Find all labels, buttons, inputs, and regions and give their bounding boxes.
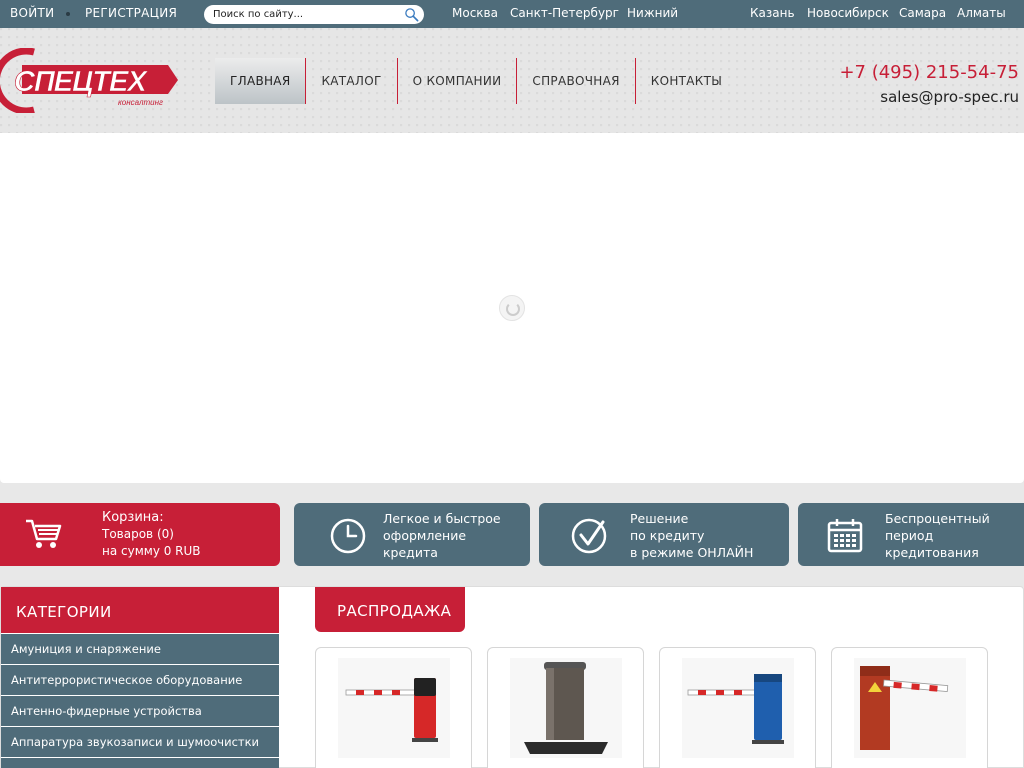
search-box [204,5,424,24]
category-item[interactable] [1,758,279,768]
categories-list: Амуниция и снаряжение Антитеррористическ… [1,634,279,768]
interest-free-line-1: Беспроцентный [885,511,990,526]
company-logo[interactable]: СПЕЦТЕХ консалтинг [0,48,180,113]
cart-items: Товаров (0) [102,527,174,541]
cart-info: Корзина: Товаров (0) на сумму 0 RUB [102,509,201,560]
city-link-moscow[interactable]: Москва [452,6,498,20]
category-item[interactable]: Аппаратура звукозаписи и шумоочистки [1,727,279,757]
cart-icon [26,519,62,548]
checkmark-icon [571,518,607,554]
nav-catalog[interactable]: КАТАЛОГ [306,58,398,104]
login-link[interactable]: ВОЙТИ [10,6,54,20]
interest-free-line-3: кредитования [885,545,979,560]
product-image-bollard [510,658,622,758]
logo-subtext: консалтинг [118,98,163,107]
top-bar: ВОЙТИ РЕГИСТРАЦИЯ Москва Санкт-Петербург… [0,0,1024,46]
credit-fast-text: Легкое и быстрое оформление кредита [383,510,501,561]
cart-title: Корзина: [102,510,164,525]
interest-free-block[interactable]: Беспроцентный период кредитования [798,503,1024,566]
credit-online-line-2: по кредиту [630,528,705,543]
category-item[interactable]: Антенно-фидерные устройства [1,696,279,726]
product-card[interactable] [659,647,816,768]
credit-online-line-1: Решение [630,511,689,526]
clock-icon [330,518,366,554]
credit-fast-line-3: кредита [383,545,438,560]
interest-free-text: Беспроцентный период кредитования [885,510,990,561]
nav-contacts[interactable]: КОНТАКТЫ [636,58,737,104]
category-item[interactable]: Амуниция и снаряжение [1,634,279,664]
calendar-icon [827,519,863,553]
category-item[interactable]: Антитеррористическое оборудование [1,665,279,695]
search-icon[interactable] [404,7,419,22]
credit-fast-block[interactable]: Легкое и быстрое оформление кредита [294,503,530,566]
banner-slider [0,133,1024,483]
product-image-barrier-red [338,658,450,758]
cart-block[interactable]: Корзина: Товаров (0) на сумму 0 RUB [0,503,280,566]
city-link-kazan[interactable]: Казань [750,6,795,20]
product-image-barrier-orange [854,658,966,758]
categories-title: КАТЕГОРИИ [1,587,279,633]
product-image-barrier-blue [682,658,794,758]
sale-title[interactable]: РАСПРОДАЖА [315,587,465,632]
credit-fast-line-2: оформление [383,528,467,543]
search-input[interactable] [213,7,398,22]
product-card[interactable] [315,647,472,768]
register-link[interactable]: РЕГИСТРАЦИЯ [85,6,177,20]
header-phone[interactable]: +7 (495) 215-54-75 [839,62,1019,83]
city-link-samara[interactable]: Самара [899,6,946,20]
product-card[interactable] [487,647,644,768]
nav-reference[interactable]: СПРАВОЧНАЯ [517,58,636,104]
product-card[interactable] [831,647,988,768]
main-nav: ГЛАВНАЯ КАТАЛОГ О КОМПАНИИ СПРАВОЧНАЯ КО… [215,58,737,104]
credit-fast-line-1: Легкое и быстрое [383,511,501,526]
logo-text: СПЕЦТЕХ [14,66,148,98]
credit-online-block[interactable]: Решение по кредиту в режиме ОНЛАЙН [539,503,789,566]
cart-sum: на сумму 0 RUB [102,544,201,558]
loading-spinner-icon [499,295,525,321]
header-email[interactable]: sales@pro-spec.ru [880,88,1019,106]
nav-home[interactable]: ГЛАВНАЯ [215,58,307,104]
city-link-almaty[interactable]: Алматы [957,6,1006,20]
separator-dot [66,12,70,16]
city-link-spb[interactable]: Санкт-Петербург [510,6,619,20]
credit-online-text: Решение по кредиту в режиме ОНЛАЙН [630,510,753,561]
credit-online-line-3: в режиме ОНЛАЙН [630,545,754,560]
city-link-novosibirsk[interactable]: Новосибирск [807,6,889,20]
nav-about[interactable]: О КОМПАНИИ [398,58,518,104]
interest-free-line-2: период [885,528,934,543]
